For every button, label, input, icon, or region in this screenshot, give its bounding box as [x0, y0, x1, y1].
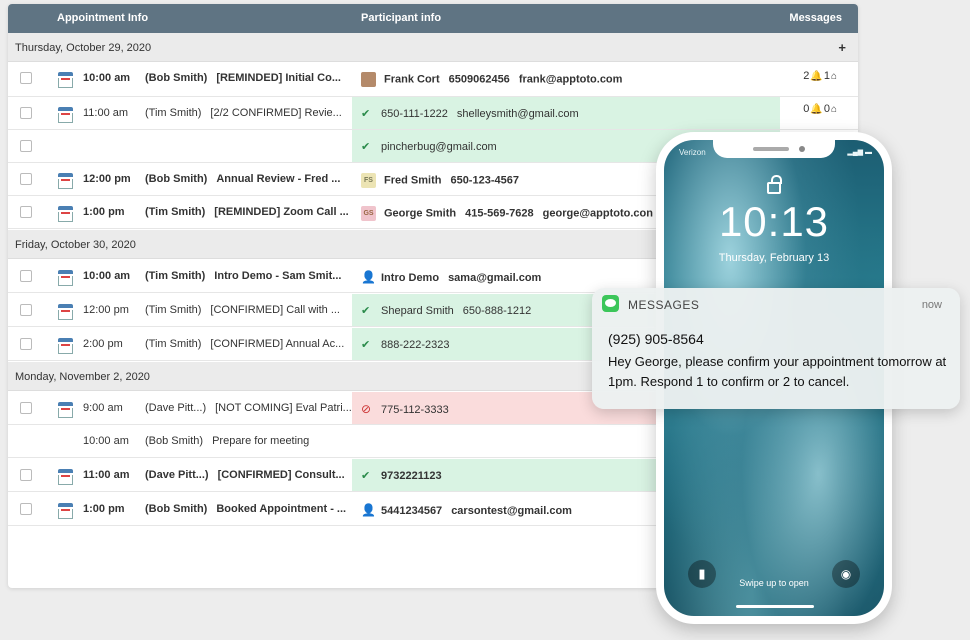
appointment-text: 12:00 pm (Bob Smith) Annual Review - Fred …	[83, 173, 341, 185]
avatar: FS	[361, 173, 376, 188]
not-coming-icon: ⊘	[361, 402, 372, 416]
row-checkbox[interactable]	[20, 107, 32, 119]
carrier-label: Verizon	[679, 148, 706, 157]
avatar: GS	[361, 206, 376, 221]
notification-sender: (925) 905-8564	[608, 331, 704, 347]
appointment-text: 9:00 am (Dave Pitt...) [NOT COMING] Eval P…	[83, 402, 352, 414]
lock-clock: 10:13	[718, 198, 830, 245]
message-counts[interactable]: 2🔔1⌂	[803, 70, 838, 82]
status-icons: ▂▄▆ ▬	[847, 149, 872, 156]
check-icon: ✔	[361, 108, 371, 120]
row-checkbox[interactable]	[20, 173, 32, 185]
row-checkbox[interactable]	[20, 338, 32, 350]
check-icon: ✔	[361, 141, 371, 153]
appointment-text: 11:00 am (Tim Smith) [2/2 CONFIRMED] Revie…	[83, 107, 342, 119]
appointment-text: 2:00 pm (Tim Smith) [CONFIRMED] Annual Ac.…	[83, 338, 345, 350]
notification-app-name: MESSAGES	[628, 298, 700, 312]
person-icon: 👤	[361, 270, 376, 284]
calendar-icon	[58, 402, 73, 418]
participant-cell: ✔ 650-111-1222 shelleysmith@gmail.com	[352, 97, 780, 129]
row-checkbox[interactable]	[20, 270, 32, 282]
appointment-text: 10:00 am (Tim Smith) Intro Demo - Sam Smit…	[83, 270, 342, 282]
check-icon: ✔	[361, 470, 371, 482]
bell-icon: 🔔	[810, 71, 823, 82]
appointment-text: 11:00 am (Dave Pitt...) [CONFIRMED] Consul…	[83, 469, 345, 481]
table-row[interactable]: 11:00 am (Tim Smith) [2/2 CONFIRMED] Revie…	[8, 97, 858, 130]
notification-time: now	[921, 299, 942, 311]
table-row[interactable]: 10:00 am (Bob Smith) [REMINDED] Initial Co…	[8, 62, 858, 97]
add-appointment-button[interactable]: +	[838, 40, 846, 55]
row-checkbox[interactable]	[20, 304, 32, 316]
date-label: Thursday, October 29, 2020	[15, 42, 152, 54]
messages-app-icon	[602, 295, 619, 312]
home-indicator[interactable]	[736, 605, 814, 608]
sms-notification[interactable]: MESSAGES now (925) 905-8564 Hey George, …	[592, 288, 960, 409]
row-checkbox[interactable]	[20, 206, 32, 218]
calendar-icon	[58, 270, 73, 286]
row-checkbox[interactable]	[20, 503, 32, 515]
row-checkbox[interactable]	[20, 402, 32, 414]
appointment-text: 1:00 pm (Tim Smith) [REMINDED] Zoom Call .…	[83, 206, 349, 218]
date-group-header: Thursday, October 29, 2020 +	[8, 33, 858, 62]
row-checkbox[interactable]	[20, 140, 32, 152]
appointment-text: 12:00 pm (Tim Smith) [CONFIRMED] Call with…	[83, 304, 340, 316]
calendar-icon	[58, 206, 73, 222]
unlock-icon	[767, 175, 782, 194]
participant-cell: Frank Cort 6509062456 frank@apptoto.com	[352, 62, 780, 94]
date-label: Friday, October 30, 2020	[15, 239, 136, 251]
avatar	[361, 72, 376, 87]
row-checkbox[interactable]	[20, 469, 32, 481]
appointment-text: 10:00 am (Bob Smith) [REMINDED] Initial Co…	[83, 72, 341, 84]
messages-header: Messages	[789, 12, 842, 24]
calendar-icon	[58, 338, 73, 354]
inbox-icon: ⌂	[830, 104, 837, 115]
appointment-info-header: Appointment Info	[57, 12, 149, 24]
calendar-icon	[58, 72, 73, 88]
bell-icon: 🔔	[810, 104, 823, 115]
notification-body: Hey George, please confirm your appointm…	[608, 354, 947, 389]
lock-date: Thursday, February 13	[718, 252, 830, 264]
calendar-icon	[58, 304, 73, 320]
participant-info-header: Participant info	[361, 12, 442, 24]
table-header: Appointment Info Participant info Messag…	[8, 4, 858, 33]
appointment-text: 1:00 pm (Bob Smith) Booked Appointment - .…	[83, 503, 347, 515]
swipe-hint: Swipe up to open	[739, 578, 809, 588]
calendar-icon	[58, 107, 73, 123]
inbox-icon: ⌂	[830, 71, 837, 82]
date-label: Monday, November 2, 2020	[15, 371, 150, 383]
calendar-icon	[58, 469, 73, 485]
appointment-text: 10:00 am (Bob Smith) Prepare for meeting	[83, 435, 310, 447]
check-icon: ✔	[361, 305, 371, 317]
calendar-icon	[58, 173, 73, 189]
message-counts[interactable]: 0🔔0⌂	[803, 103, 838, 115]
row-checkbox[interactable]	[20, 72, 32, 84]
calendar-icon	[58, 503, 73, 519]
phone-notch	[713, 140, 835, 158]
person-icon: 👤	[361, 503, 376, 517]
check-icon: ✔	[361, 339, 371, 351]
